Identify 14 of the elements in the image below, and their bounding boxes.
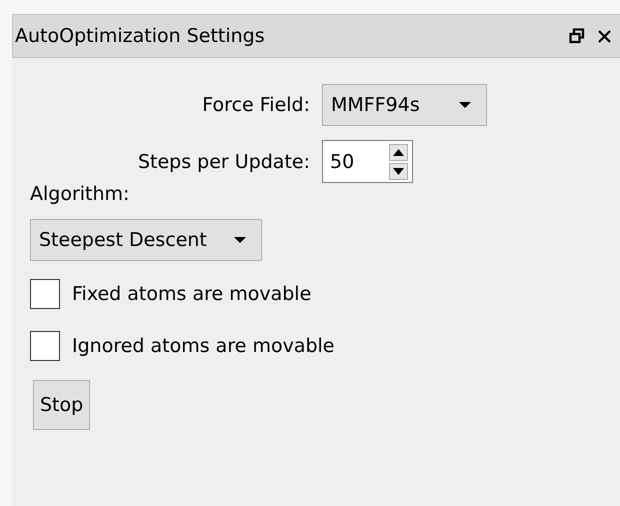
close-icon[interactable] <box>597 28 612 44</box>
float-icon[interactable] <box>569 28 585 44</box>
option-checkbox[interactable]: Fixed atoms are movable <box>30 279 312 309</box>
force-field-dropdown[interactable]: MMFF94s <box>322 84 487 126</box>
stop-button[interactable]: Stop <box>33 380 90 430</box>
algorithm-dropdown[interactable]: Steepest Descent <box>30 219 262 261</box>
caret-icon <box>232 236 247 244</box>
algorithm-label: Algorithm: <box>30 183 130 205</box>
steps-spin-box[interactable]: 50 <box>322 140 413 183</box>
panel-title: AutoOptimization Settings <box>15 25 266 47</box>
force-field-label: Force Field: <box>202 94 310 116</box>
caret-icon <box>458 101 472 109</box>
steps-per-update-label: Steps per Update: <box>138 150 310 172</box>
option-checkbox[interactable]: Ignored atoms are movable <box>30 331 334 361</box>
